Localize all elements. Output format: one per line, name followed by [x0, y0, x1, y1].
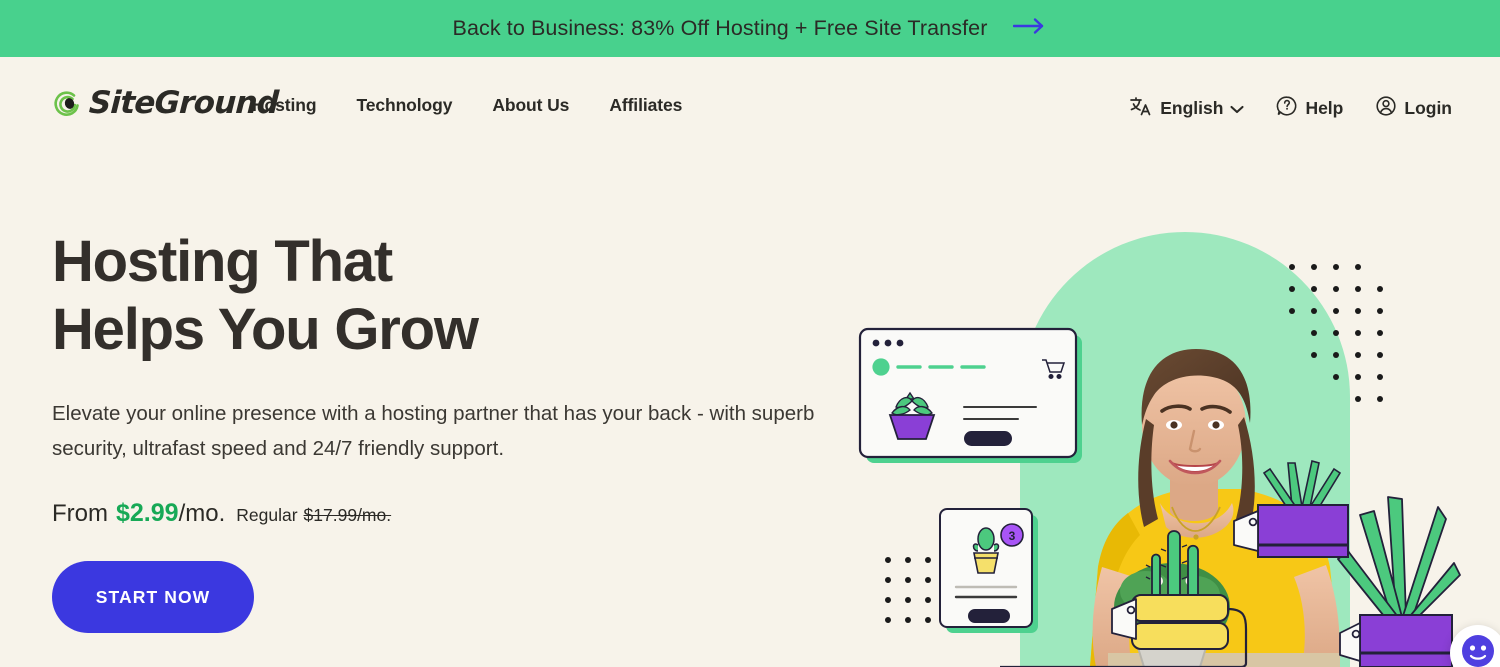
- site-logo-dot: [872, 358, 890, 376]
- logo-text: SiteGround: [88, 85, 280, 121]
- price-amount: $2.99: [116, 499, 179, 527]
- product-card: 3: [939, 508, 1038, 633]
- siteground-logo[interactable]: SiteGround: [52, 85, 280, 121]
- chat-avatar-icon: [1459, 632, 1497, 667]
- nav-item-about-us[interactable]: About Us: [492, 95, 569, 116]
- badge-count: 3: [1009, 529, 1016, 543]
- utility-navigation: English Help Login: [1129, 95, 1452, 122]
- arrow-right-icon[interactable]: [1013, 17, 1047, 40]
- main-navigation: Hosting Technology About Us Affiliates: [252, 95, 682, 116]
- hero-illustration: 3: [840, 167, 1500, 667]
- page-title: Hosting That Helps You Grow: [52, 228, 479, 364]
- chevron-down-icon: [1230, 98, 1244, 119]
- help-link[interactable]: Help: [1276, 95, 1343, 122]
- site-header: SiteGround Hosting Technology About Us A…: [0, 57, 1500, 167]
- start-now-button[interactable]: START NOW: [52, 561, 254, 633]
- browser-mockup-card: [858, 327, 1082, 463]
- translate-icon: [1129, 95, 1153, 122]
- login-label: Login: [1404, 98, 1452, 118]
- window-dot-2: [884, 339, 892, 347]
- hero-title-line-1: Hosting That: [52, 229, 393, 294]
- language-label: English: [1160, 98, 1224, 118]
- promo-banner-text: Back to Business: 83% Off Hosting + Free…: [452, 16, 988, 40]
- hero-title-line-2: Helps You Grow: [52, 296, 479, 362]
- hero-price: From $2.99 /mo. Regular $17.99/mo.: [52, 499, 391, 528]
- price-period: /mo.: [178, 500, 226, 527]
- help-label: Help: [1305, 98, 1344, 118]
- nav-item-affiliates[interactable]: Affiliates: [609, 95, 682, 116]
- login-link[interactable]: Login: [1375, 95, 1452, 122]
- window-dot-3: [896, 339, 904, 347]
- tall-snake-plant: [1337, 496, 1461, 667]
- hero-subtitle: Elevate your online presence with a host…: [52, 402, 815, 461]
- nav-item-technology[interactable]: Technology: [356, 95, 452, 116]
- price-regular-amount: $17.99/mo.: [303, 505, 392, 525]
- price-regular-label: Regular: [236, 505, 298, 525]
- user-circle-icon: [1375, 95, 1397, 122]
- nav-item-hosting[interactable]: Hosting: [252, 95, 317, 116]
- price-prefix: From: [52, 500, 108, 527]
- promo-banner[interactable]: Back to Business: 83% Off Hosting + Free…: [0, 0, 1500, 57]
- question-circle-icon: [1276, 95, 1298, 122]
- language-selector[interactable]: English: [1129, 95, 1244, 122]
- window-dot-1: [872, 339, 880, 347]
- status-badge: 3: [1000, 523, 1024, 547]
- siteground-spiral-logo-icon: [52, 87, 82, 119]
